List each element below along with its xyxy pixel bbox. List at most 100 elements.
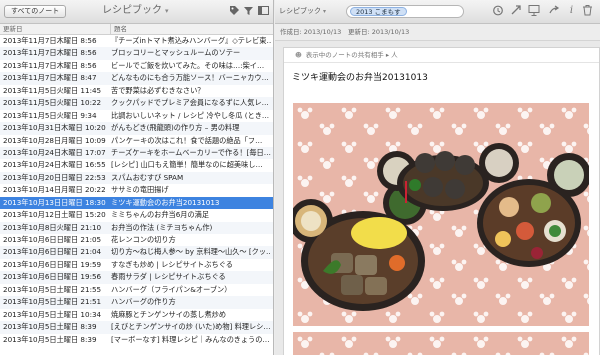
note-meta: 作成日: 2013/10/13 更新日: 2013/10/13 [275,24,600,41]
note-updated: 2013年10月5日土曜日 21:55 [3,284,102,294]
note-updated: 2013年10月20日日曜日 22:53 [3,172,106,182]
note-list-row[interactable]: 2013年10月6日日曜日 21:05 花レンコンの切り方 [0,234,273,246]
note-title: ハンバーグ（フライパン&オーブン） [111,284,232,294]
note-list-row[interactable]: 2013年11月7日木曜日 8:47 どんなものにも合う万能ソース！バーニャカウ… [0,72,273,85]
note-updated: 2013年10月24日木曜日 16:55 [3,160,106,170]
note-updated: 2013年10月5日土曜日 10:34 [3,309,102,319]
note-list-row[interactable]: 2013年10月24日木曜日 17:07 チーズケーキをホームベーカリーで作る！[… [0,146,273,160]
note-title: [えびとチンゲンサイの炒 (いた)め物] 料理レシ… [111,322,271,332]
chevron-down-icon: ▾ [323,8,327,15]
note-title: 比調おいしいネット / レシピ 冷やし冬瓜 (とき… [111,110,270,120]
note-updated: 2013年10月6日日曜日 21:05 [3,235,102,244]
note-title: ミツキ運動会のお弁当20131013 [111,197,220,207]
note-list-row[interactable]: 2013年10月5日土曜日 8:39 [えびとチンゲンサイの炒 (いた)め物] 料… [0,321,273,334]
note-list-row[interactable]: 2013年10月12日土曜日 15:20 ミミちゃんのお弁当6月の満足 [0,209,273,221]
note-updated: 2013年11月7日木曜日 8:56 [3,60,97,70]
note-list-row[interactable]: 2013年10月13日日曜日 18:30 ミツキ運動会のお弁当20131013 [0,196,273,210]
all-notes-button[interactable]: すべてのノート [4,5,67,18]
notebook-title[interactable]: レシピブック ▾ [102,4,169,18]
note-title[interactable]: ミツキ運動会のお弁当20131013 [292,70,428,83]
note-title: 春雨サラダ | レシピサイトぶちぐる [111,272,226,282]
note-title: クックパッドでプレミア会員になるずに人気レ… [111,98,269,108]
note-list-row[interactable]: 2013年11月7日木曜日 8:56 『チーズinトマト煮込みハンバーグ』◇テレビ… [0,35,273,47]
note-list-row[interactable]: 2013年11月7日木曜日 8:56 ブロッコリーとマッシュルームのソテー [0,47,273,60]
note-title: [マーボーなす] 料理レシピ｜みんなのきょうの… [111,334,270,344]
note-list-row[interactable]: 2013年10月28日月曜日 10:09 パンケーキの次はこれ！食で話題の絶品「フ… [0,135,273,147]
note-updated: 2013年10月13日日曜日 18:30 [3,197,106,207]
share-icon[interactable] [509,4,522,18]
share-status-text: 表示中のノートの共有相手 ▸ 人 [305,51,398,59]
note-updated: 2013年10月28日月曜日 10:09 [3,135,106,145]
note-title: がんもどき(飛龍頭)の作り方 – 男の料理 [111,123,240,133]
share-status: ☻ 表示中のノートの共有相手 ▸ 人 [284,48,599,63]
note-title: ササミの竜田揚げ [111,185,169,195]
note-list-toolbar: すべてのノート レシピブック ▾ [0,0,273,24]
note-body[interactable]: ☻ 表示中のノートの共有相手 ▸ 人 ミツキ運動会のお弁当20131013 [283,47,600,355]
chevron-down-icon: ▾ [165,7,169,15]
note-updated: 2013年10月6日日曜日 19:59 [3,259,102,269]
note-updated: 2013年11月7日木曜日 8:56 [3,48,97,58]
note-updated: 2013年11月5日火曜日 11:45 [3,85,102,95]
view-toggle-icon[interactable] [257,5,270,18]
column-title[interactable]: 題名 [110,24,127,34]
note-list-row[interactable]: 2013年11月7日木曜日 8:56 ビールでご飯を炊いてみた。その味は…:柴イ… [0,60,273,72]
column-updated[interactable]: 更新日 [3,24,23,34]
note-title: [レシピ] 山口もえ簡単！簡単なのに超美味し… [111,160,263,170]
trash-icon[interactable] [581,4,594,18]
note-list-row[interactable]: 2013年10月5日土曜日 10:34 焼麻豚とチンゲンサイの蒸し煮炒め [0,309,273,321]
send-icon[interactable] [547,4,560,18]
note-list-row[interactable]: 2013年10月6日日曜日 21:04 切り方〜ねじ梅人参〜 by 京料理〜山久〜… [0,246,273,259]
note-list-row[interactable]: 2013年11月5日火曜日 10:22 クックパッドでプレミア会員になるずに人気レ… [0,97,273,110]
reminder-icon[interactable] [491,4,504,18]
note-title: 焼麻豚とチンゲンサイの蒸し煮炒め [111,309,227,319]
note-notebook-label: レシピブック [279,7,321,15]
note-updated: 2013年11月7日木曜日 8:47 [3,73,97,83]
note-updated: 2013年10月6日日曜日 19:56 [3,272,102,282]
updated-date: 更新日: 2013/10/13 [348,28,410,36]
note-updated: 2013年11月5日火曜日 9:34 [3,110,97,120]
note-list-row[interactable]: 2013年10月24日木曜日 16:55 [レシピ] 山口もえ簡単！簡単なのに超美… [0,159,273,171]
note-updated: 2013年10月5日土曜日 8:39 [3,334,97,344]
note-title: ハンバーグの作り方 [111,297,176,307]
note-title: お弁当の作法 (ミチヨちゃん作) [111,222,213,232]
note-list-row[interactable]: 2013年10月5日土曜日 8:39 [マーボーなす] 料理レシピ｜みんなのきょう… [0,334,273,346]
note-title: パンケーキの次はこれ！食で話題の絶品「フ… [111,135,263,145]
note-title: チーズケーキをホームベーカリーで作る！[毎日… [111,147,271,157]
note-list: 2013年11月7日木曜日 8:56 『チーズinトマト煮込みハンバーグ』◇テレビ… [0,35,273,346]
notebook-title-label: レシピブック [102,5,162,16]
note-title: どんなものにも合う万能ソース！バーニャカウ… [111,73,269,83]
tag-icon[interactable] [228,5,241,18]
filter-icon[interactable] [242,5,255,18]
note-title: ビールでご飯を炊いてみた。その味は…:柴イ… [111,60,265,70]
note-updated: 2013年10月12日土曜日 15:20 [3,210,106,220]
note-list-row[interactable]: 2013年10月31日木曜日 10:20 がんもどき(飛龍頭)の作り方 – 男の料… [0,122,273,135]
note-title: 切り方〜ねじ梅人参〜 by 京料理〜山久〜 [クッ… [111,247,271,257]
note-list-row[interactable]: 2013年10月8日火曜日 21:10 お弁当の作法 (ミチヨちゃん作) [0,221,273,234]
created-date: 作成日: 2013/10/13 [280,28,342,36]
tag-field[interactable]: 2013 こまもす [346,5,464,18]
note-list-row[interactable]: 2013年10月14日月曜日 20:22 ササミの竜田揚げ [0,184,273,196]
bento-photo-2 [293,332,589,355]
bento-photo [293,103,589,326]
note-editor-pane: レシピブック ▾ 2013 こまもす i 作成日: 2013/10/13 更新日:… [275,0,600,355]
info-icon[interactable]: i [565,4,578,18]
note-list-row[interactable]: 2013年11月5日火曜日 9:34 比調おいしいネット / レシピ 冷やし冬瓜 … [0,110,273,122]
note-list-row[interactable]: 2013年10月5日土曜日 21:51 ハンバーグの作り方 [0,296,273,309]
note-notebook-selector[interactable]: レシピブック ▾ [279,6,326,16]
note-list-row[interactable]: 2013年10月5日土曜日 21:55 ハンバーグ（フライパン&オーブン） [0,284,273,296]
people-icon: ☻ [295,51,302,59]
note-updated: 2013年10月6日日曜日 21:04 [3,247,102,257]
note-list-row[interactable]: 2013年10月6日日曜日 19:59 すなぎも炒め | レシピサイトぶちぐる [0,259,273,271]
note-updated: 2013年10月31日木曜日 10:20 [3,123,106,133]
note-updated: 2013年10月24日木曜日 17:07 [3,147,106,157]
note-title: スパムおむすび SPAM [111,172,184,182]
note-list-pane: すべてのノート レシピブック ▾ 更新日 題名 2013年11月7日木曜日 8:5… [0,0,274,355]
note-updated: 2013年10月5日土曜日 21:51 [3,297,102,307]
note-list-row[interactable]: 2013年10月6日日曜日 19:56 春雨サラダ | レシピサイトぶちぐる [0,271,273,284]
note-list-row[interactable]: 2013年10月20日日曜日 22:53 スパムおむすび SPAM [0,171,273,185]
note-title: 花レンコンの切り方 [111,235,176,244]
tag-chip[interactable]: 2013 こまもす [350,7,407,16]
note-list-row[interactable]: 2013年11月5日火曜日 11:45 苦で野菜は必ずむきなさい？ [0,85,273,97]
note-updated: 2013年10月8日火曜日 21:10 [3,222,102,232]
presentation-icon[interactable] [527,4,540,18]
